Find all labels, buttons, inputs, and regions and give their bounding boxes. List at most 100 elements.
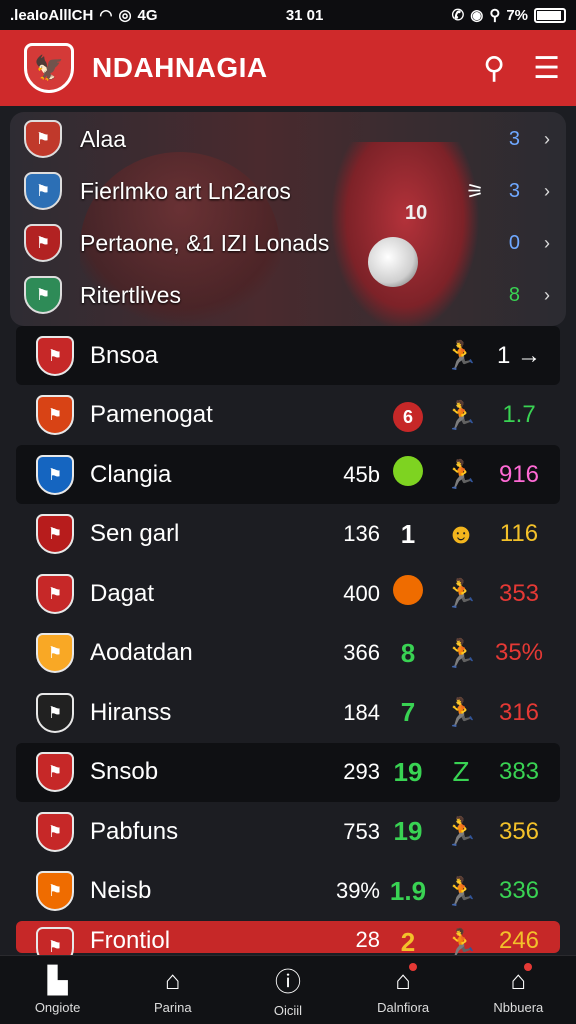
hero-list-item[interactable]: ⚑ Fierlmko art Ln2aros ⚞ 3 › bbox=[24, 166, 550, 216]
stat-total: 356 bbox=[498, 817, 540, 845]
player-action-icon: ☻ bbox=[446, 518, 476, 549]
hero-item-label: Fierlmko art Ln2aros bbox=[80, 177, 291, 204]
team-name: Snsob bbox=[90, 758, 159, 785]
team-badge-icon: ⚑ bbox=[24, 224, 62, 262]
stat-total: 383 bbox=[498, 758, 540, 785]
stat-total: 1 → bbox=[496, 341, 541, 369]
team-logo-icon[interactable]: 🦅 bbox=[24, 43, 74, 93]
stat-total: 316 bbox=[498, 698, 540, 726]
status-dot bbox=[380, 456, 436, 493]
stat-score: 19 bbox=[393, 756, 423, 787]
search-icon[interactable]: ⚲ bbox=[483, 51, 505, 86]
nav-item-label: Oiciil bbox=[273, 1003, 303, 1018]
team-badge-icon: ⚑ bbox=[36, 633, 74, 673]
hero-item-value: 0 bbox=[508, 231, 520, 254]
team-name: Sen garl bbox=[90, 520, 180, 547]
page-title: NDAHNAGIA bbox=[92, 52, 268, 83]
player-action-icon: 🏃 bbox=[443, 578, 479, 609]
stat-total: 1.7 bbox=[502, 401, 536, 428]
player-action-icon: 🏃 bbox=[443, 875, 479, 907]
stat-score: 1 bbox=[400, 518, 416, 549]
hero-list-item[interactable]: ⚑ Pertaone, &1 IZI Lonads 0 › bbox=[24, 218, 550, 268]
nav-item-oiciil[interactable]: ⓘ Oiciil bbox=[238, 962, 338, 1018]
team-list-item[interactable]: ⚑ Bnsoa 🏃 1 → bbox=[16, 326, 560, 385]
chevron-right-icon[interactable]: › bbox=[520, 129, 550, 150]
nav-item-dalnfiora[interactable]: ⌂ Dalnfiora bbox=[353, 963, 453, 1015]
team-badge-icon: ⚑ bbox=[36, 692, 74, 733]
status-bar: .leaIoAlllCH ◠ ◎ 4G 31 01 ✆ ◉ ⚲ 7% bbox=[0, 0, 576, 30]
team-list-item[interactable]: ⚑ Frontiol 28 2 🏃 246 bbox=[16, 921, 560, 967]
stat-total: 336 bbox=[498, 877, 540, 904]
player-action-icon: Z bbox=[452, 756, 470, 787]
status-dot bbox=[380, 575, 436, 612]
player-action-icon: 🏃 bbox=[443, 340, 479, 371]
alarm-icon: ◉ bbox=[470, 7, 484, 24]
team-list-item[interactable]: ⚑ Aodatdan 366 8 🏃 35% bbox=[16, 624, 560, 683]
team-badge-icon: ⚑ bbox=[24, 276, 62, 314]
team-list-item[interactable]: ⚑ Snsob 293 19 Z 383 bbox=[16, 742, 560, 802]
team-badge-icon: ⚑ bbox=[36, 454, 74, 495]
swap-icon: ⚞ bbox=[466, 180, 484, 203]
chevron-right-icon[interactable]: › bbox=[520, 285, 550, 306]
player-action-icon: 🏃 bbox=[443, 399, 479, 431]
team-badge-icon: ⚑ bbox=[24, 172, 62, 210]
hero-list-item[interactable]: ⚑ Ritertlives 8 › bbox=[24, 270, 550, 320]
nav-item-label: Parina bbox=[153, 1000, 192, 1015]
player-action-icon: 🏃 bbox=[443, 637, 479, 669]
carrier-text: .leaIoAlllCH bbox=[10, 6, 94, 24]
stat-value: 293 bbox=[343, 759, 380, 784]
stat-value: 28 bbox=[355, 927, 380, 952]
network-text: 4G bbox=[137, 6, 158, 24]
team-name: Clangia bbox=[90, 460, 172, 488]
info-icon: ⓘ bbox=[274, 967, 301, 997]
stat-total: 353 bbox=[498, 579, 540, 607]
chevron-right-icon[interactable]: › bbox=[520, 181, 550, 202]
hero-item-value: 8 bbox=[508, 283, 520, 306]
team-name: Hiranss bbox=[90, 698, 172, 726]
stat-total: 246 bbox=[498, 927, 540, 954]
profile-icon: ⌂ bbox=[510, 963, 533, 996]
hero-list-item[interactable]: ⚑ Alaa 3 › bbox=[24, 114, 550, 164]
team-list-item[interactable]: ⚑ Neisb 39% 1.9 🏃 336 bbox=[16, 862, 560, 921]
team-name: Pamenogat bbox=[90, 401, 213, 428]
team-badge-icon: ⚑ bbox=[36, 573, 74, 614]
nav-item-nbbuera[interactable]: ⌂ Nbbuera bbox=[468, 963, 568, 1015]
team-list-item[interactable]: ⚑ Sen garl 136 1 ☻ 116 bbox=[16, 505, 560, 564]
signal-icon: ⚲ bbox=[489, 7, 501, 24]
stat-score: 8 bbox=[400, 637, 416, 668]
team-badge-icon: ⚑ bbox=[36, 395, 74, 435]
nav-item-label: Nbbuera bbox=[493, 1000, 544, 1015]
team-name: Pabfuns bbox=[90, 817, 179, 845]
team-list-item[interactable]: ⚑ Pamenogat 6 🏃 1.7 bbox=[16, 386, 560, 445]
hero-item-value: 3 bbox=[508, 127, 520, 150]
sync-icon: ◎ bbox=[118, 7, 132, 24]
wifi-icon: ◠ bbox=[99, 7, 113, 24]
hero-item-label: Ritertlives bbox=[80, 281, 181, 308]
team-list-item[interactable]: ⚑ Dagat 400 🏃 353 bbox=[16, 564, 560, 623]
nav-item-ongiote[interactable]: ▙ Ongiote bbox=[8, 965, 108, 1015]
menu-icon[interactable]: ☰ bbox=[533, 51, 560, 86]
stat-value: 136 bbox=[343, 521, 380, 546]
team-badge-icon: ⚑ bbox=[36, 811, 74, 852]
team-list-item[interactable]: ⚑ Pabfuns 753 19 🏃 356 bbox=[16, 802, 560, 861]
stadium-icon: ⌂ bbox=[164, 965, 181, 995]
team-badge-icon: ⚑ bbox=[36, 871, 74, 911]
nav-item-label: Dalnfiora bbox=[377, 1000, 430, 1015]
team-list-item[interactable]: ⚑ Clangia 45b 🏃 916 bbox=[16, 445, 560, 504]
chevron-right-icon[interactable]: › bbox=[520, 233, 550, 254]
team-name: Frontiol bbox=[90, 927, 171, 954]
team-name: Dagat bbox=[90, 579, 155, 607]
stat-score: 2 bbox=[400, 927, 416, 957]
team-badge-icon: ⚑ bbox=[36, 335, 74, 376]
nav-item-parina[interactable]: ⌂ Parina bbox=[123, 965, 223, 1015]
hero-item-label: Pertaone, &1 IZI Lonads bbox=[80, 229, 330, 256]
stat-total: 35% bbox=[494, 639, 544, 666]
team-list-item[interactable]: ⚑ Hiranss 184 7 🏃 316 bbox=[16, 683, 560, 742]
app-bar: 🦅 NDAHNAGIA ⚲ ☰ bbox=[0, 30, 576, 106]
phone-icon: ✆ bbox=[451, 7, 465, 24]
team-name: Neisb bbox=[90, 877, 152, 904]
status-dot: 6 bbox=[380, 399, 436, 432]
battery-percent: 7% bbox=[506, 6, 528, 24]
stat-value: 45b bbox=[343, 461, 380, 487]
team-name: Aodatdan bbox=[90, 639, 193, 666]
